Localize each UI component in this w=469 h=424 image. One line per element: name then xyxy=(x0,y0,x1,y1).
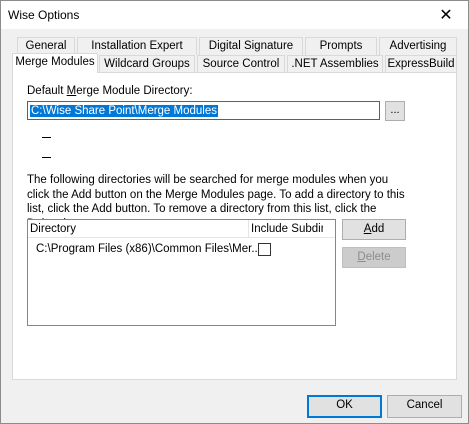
merge-modules-panel: Default Merge Module Directory: C:\Wise … xyxy=(12,72,457,380)
tab-prompts[interactable]: Prompts xyxy=(305,37,377,55)
wise-options-dialog: Wise Options ✕ General Installation Expe… xyxy=(0,0,469,424)
tab-label: Source Control xyxy=(202,58,280,70)
title-bar: Wise Options ✕ xyxy=(1,1,468,29)
tab-label: Wildcard Groups xyxy=(104,58,190,70)
label-mnemonic: M xyxy=(66,85,77,97)
label-text: erge Module Directory: xyxy=(76,85,193,97)
include-subdirs-checkbox[interactable] xyxy=(258,243,271,256)
button-text: elete xyxy=(365,251,391,263)
column-header-directory[interactable]: Directory xyxy=(30,223,76,235)
tab-label: Digital Signature xyxy=(208,40,294,52)
tab-merge-modules[interactable]: Merge Modules xyxy=(12,53,98,73)
add-button[interactable]: Add xyxy=(342,219,406,240)
column-divider[interactable] xyxy=(248,220,249,238)
directory-cell: C:\Program Files (x86)\Common Files\Mer.… xyxy=(36,243,261,255)
window-title: Wise Options xyxy=(8,8,80,22)
tab-label: General xyxy=(25,40,67,52)
label-text: Default xyxy=(27,85,67,97)
tab-advertising[interactable]: Advertising xyxy=(379,37,457,55)
cancel-button[interactable]: Cancel xyxy=(387,395,462,418)
tab-net-assemblies[interactable]: .NET Assemblies xyxy=(287,55,383,73)
dash-mark xyxy=(42,137,51,138)
close-button[interactable]: ✕ xyxy=(424,1,468,29)
button-text: dd xyxy=(371,223,385,235)
tab-label: .NET Assemblies xyxy=(291,58,379,70)
tab-source-control[interactable]: Source Control xyxy=(197,55,285,73)
tab-label: Merge Modules xyxy=(15,56,95,68)
default-dir-label: Default Merge Module Directory: xyxy=(27,85,193,97)
tab-label: Prompts xyxy=(319,40,363,52)
list-header: Directory Include Subdirs xyxy=(28,220,335,238)
browse-button[interactable]: ... xyxy=(385,101,405,121)
directories-list[interactable]: Directory Include Subdirs C:\Program Fil… xyxy=(27,219,336,326)
default-dir-value: C:\Wise Share Point\Merge Modules xyxy=(30,105,218,117)
column-header-include-subdirs[interactable]: Include Subdirs xyxy=(251,223,323,235)
tab-digital-signature[interactable]: Digital Signature xyxy=(199,37,303,55)
tab-label: Installation Expert xyxy=(91,40,183,52)
tab-label: ExpressBuild xyxy=(387,58,455,70)
button-mnemonic: D xyxy=(357,251,366,263)
tab-expressbuild[interactable]: ExpressBuild xyxy=(385,55,457,73)
dash-mark xyxy=(42,157,51,158)
tab-wildcard-groups[interactable]: Wildcard Groups xyxy=(99,55,195,73)
delete-button[interactable]: Delete xyxy=(342,247,406,268)
ok-button[interactable]: OK xyxy=(307,395,382,418)
close-icon: ✕ xyxy=(439,7,453,24)
list-item[interactable]: C:\Program Files (x86)\Common Files\Mer.… xyxy=(28,242,335,258)
default-dir-input[interactable]: C:\Wise Share Point\Merge Modules xyxy=(27,101,380,120)
tab-label: Advertising xyxy=(389,40,447,52)
